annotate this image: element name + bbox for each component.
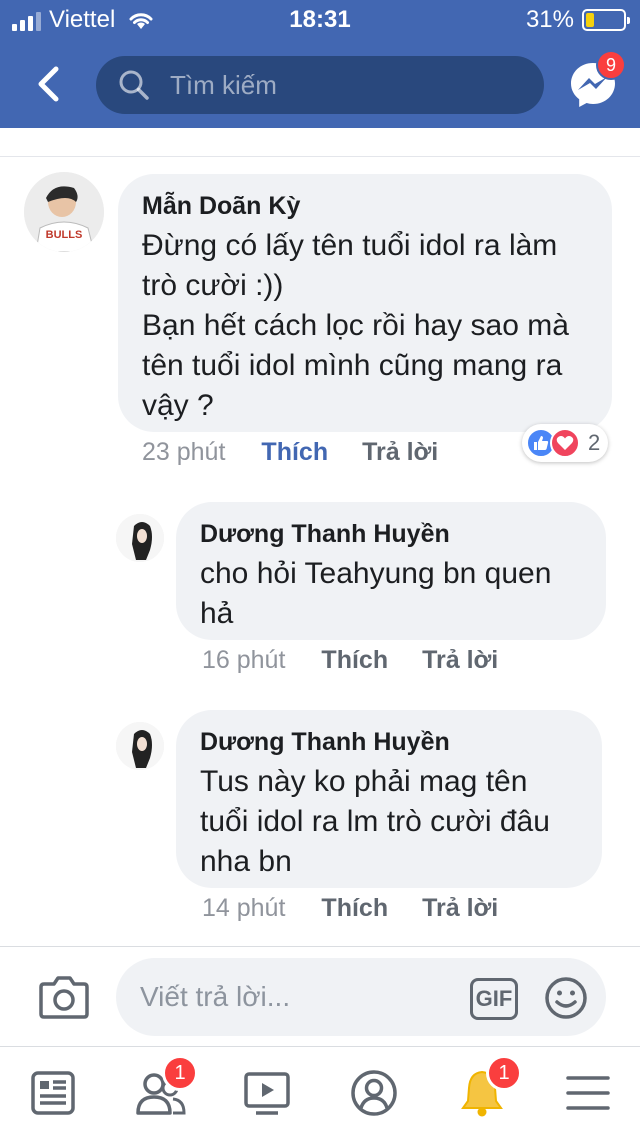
nav-menu[interactable] xyxy=(560,1065,616,1121)
battery-icon xyxy=(582,9,630,31)
reply-button[interactable]: Trả lời xyxy=(422,894,498,923)
top-bar: Viettel 18:31 31% Tìm kiếm 9 xyxy=(0,0,640,128)
notifications-badge: 1 xyxy=(486,1055,522,1091)
bottom-nav: 1 1 xyxy=(0,1047,640,1136)
back-button[interactable] xyxy=(28,62,68,106)
search-placeholder: Tìm kiếm xyxy=(170,69,277,100)
search-input[interactable]: Tìm kiếm xyxy=(96,56,544,114)
comment-time: 16 phút xyxy=(202,646,286,674)
divider xyxy=(0,946,640,947)
avatar-duong-thanh-huyen[interactable] xyxy=(116,514,164,562)
comment-actions: 14 phút Thích Trả lời xyxy=(202,894,532,923)
reply-placeholder: Viết trả lời... xyxy=(140,981,291,1012)
avatar-image xyxy=(116,514,164,562)
comment-time: 23 phút xyxy=(142,438,226,466)
comment-text: cho hỏi Teahyung bn quen hả xyxy=(200,557,552,630)
news-feed-icon xyxy=(31,1071,75,1115)
comment-text: Tus này ko phải mag tên tuổi idol ra lm … xyxy=(200,765,550,878)
nav-watch[interactable] xyxy=(239,1065,295,1121)
comment-text: Đừng có lấy tên tuổi idol ra làm trò cườ… xyxy=(142,226,588,426)
comment-actions: 23 phút Thích Trả lời xyxy=(142,438,472,467)
messenger-badge: 9 xyxy=(596,50,626,80)
emoji-icon[interactable] xyxy=(544,976,588,1020)
nav-profile[interactable] xyxy=(346,1065,402,1121)
comment-text-line: Bạn hết cách lọc rồi hay sao mà tên tuổi… xyxy=(142,309,569,422)
comment-author[interactable]: Dương Thanh Huyền xyxy=(200,518,582,550)
like-button[interactable]: Thích xyxy=(321,894,388,923)
watch-video-icon xyxy=(244,1072,290,1115)
comment-author[interactable]: Dương Thanh Huyền xyxy=(200,726,578,758)
svg-text:BULLS: BULLS xyxy=(46,229,83,241)
reaction-count: 2 xyxy=(588,430,601,455)
comment-bubble[interactable]: Dương Thanh Huyền cho hỏi Teahyung bn qu… xyxy=(176,502,606,640)
chevron-left-icon xyxy=(38,66,59,102)
comment-actions: 16 phút Thích Trả lời xyxy=(202,646,532,675)
reply-button[interactable]: Trả lời xyxy=(362,438,438,467)
avatar-man-doan-ky[interactable]: BULLS xyxy=(24,172,104,252)
search-icon xyxy=(119,70,149,100)
battery-status: 31% xyxy=(525,6,630,34)
like-button[interactable]: Thích xyxy=(261,438,328,467)
divider xyxy=(0,156,640,157)
comment-bubble[interactable]: Dương Thanh Huyền Tus này ko phải mag tê… xyxy=(176,710,602,888)
love-reaction-icon xyxy=(550,428,580,458)
battery-level-fill xyxy=(586,13,595,27)
comment-time: 14 phút xyxy=(202,894,286,922)
comment-bubble[interactable]: Mẫn Doãn Kỳ Đừng có lấy tên tuổi idol ra… xyxy=(118,174,612,432)
avatar-duong-thanh-huyen[interactable] xyxy=(116,722,164,770)
reply-button[interactable]: Trả lời xyxy=(422,646,498,675)
comment-text-line: Đừng có lấy tên tuổi idol ra làm trò cườ… xyxy=(142,229,558,302)
profile-icon xyxy=(351,1070,397,1116)
reply-input[interactable]: Viết trả lời... xyxy=(116,958,606,1036)
status-bar: Viettel 18:31 31% xyxy=(0,0,640,40)
comment-thread-screen: Viettel 18:31 31% Tìm kiếm 9 BULLS Mẫn D… xyxy=(0,0,640,1136)
comment-author[interactable]: Mẫn Doãn Kỳ xyxy=(142,190,588,222)
reaction-summary[interactable]: 2 xyxy=(522,424,609,462)
gif-button[interactable]: GIF xyxy=(470,978,518,1020)
nav-news-feed[interactable] xyxy=(25,1065,81,1121)
battery-percent: 31% xyxy=(525,6,574,33)
menu-icon xyxy=(566,1076,610,1110)
avatar-image: BULLS xyxy=(24,172,104,252)
friends-badge: 1 xyxy=(162,1055,198,1091)
camera-icon[interactable] xyxy=(38,974,90,1020)
like-button[interactable]: Thích xyxy=(321,646,388,675)
avatar-image xyxy=(116,722,164,770)
